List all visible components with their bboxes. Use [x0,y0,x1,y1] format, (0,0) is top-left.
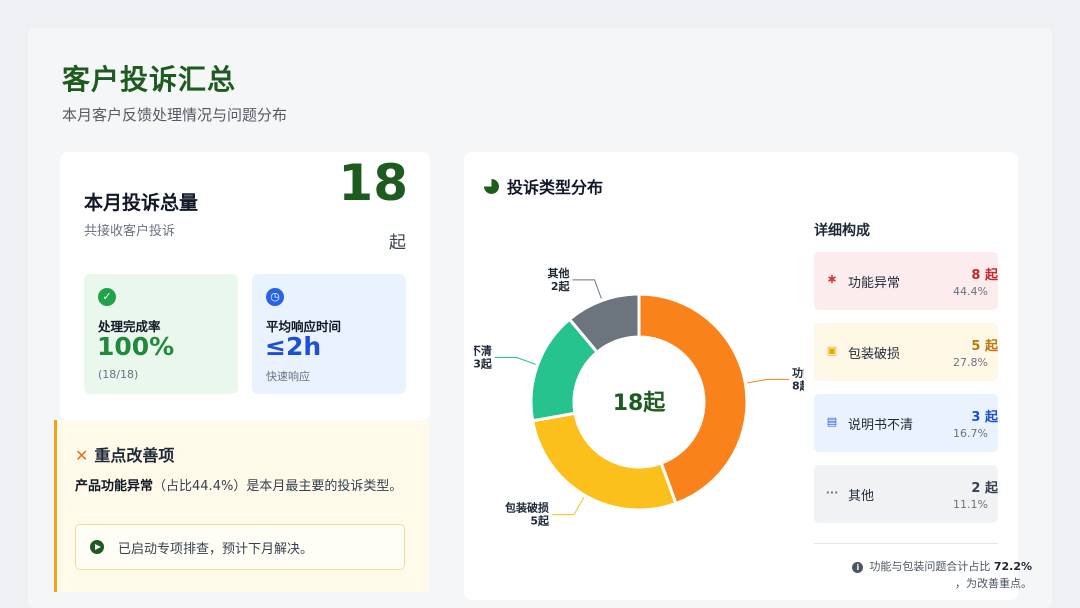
improvement-highlight: 产品功能异常 [75,479,154,494]
info-icon: i [852,562,864,573]
completion-rate-stat: ✓ 处理完成率 100% (18/18) [84,274,238,394]
leader-line [747,378,790,384]
donut-chart: 功能异常8起包装破损5起 说明书不清3起 其他2起 18起 [474,266,804,528]
legend-name: 包装破损 [848,347,901,362]
page: 客户投诉汇总 本月客户反馈处理情况与问题分布 本月投诉总量 共接收客户投诉 18… [28,28,1052,608]
slice-value: 5起 [530,514,550,528]
slice-label: 其他 [548,266,570,280]
leader-line [494,357,536,365]
slice-value: 8起 [792,378,804,392]
divider [814,543,998,544]
chart-footnote: i 功能与包装问题合计占比 72.2% ，为改善重点。 [836,558,1032,592]
chart-header: 投诉类型分布 [484,174,603,198]
total-number: 18 [338,154,408,212]
legend-item-manual: ▤ 说明书不清 3 起 16.7% [814,394,998,452]
total-unit: 起 [389,233,406,253]
legend-count: 8 起 [971,268,998,283]
legend-percent: 16.7% [953,427,988,440]
stat-value: ≤2h [265,332,322,361]
response-time-stat: ◷ 平均响应时间 ≤2h 快速响应 [252,274,406,394]
pie-chart-icon [484,179,499,194]
improvement-panel: ✕ 重点改善项 产品功能异常（占比44.4%）是本月最主要的投诉类型。 已启动专项… [54,420,429,592]
leader-line [572,279,602,299]
total-title: 本月投诉总量 [84,192,199,214]
improvement-title: 重点改善项 [94,446,175,465]
dots-icon: ··· [825,486,839,499]
slice-value: 2起 [551,279,571,293]
footnote-value: 72.2% [993,560,1032,573]
slice-label: 包装破损 [504,501,549,515]
detail-title: 详细构成 [814,223,870,239]
donut-center-label: 18起 [613,391,667,416]
document-icon: ▤ [826,415,838,428]
total-subtitle: 共接收客户投诉 [84,224,176,239]
tools-icon: ✕ [75,446,89,465]
footnote-prefix: 功能与包装问题合计占比 [869,560,994,573]
legend-count: 5 起 [971,339,998,354]
legend-count: 3 起 [971,410,998,425]
legend-item-other: ··· 其他 2 起 11.1% [814,465,998,523]
legend-name: 功能异常 [848,276,901,291]
legend-name: 说明书不清 [848,418,914,433]
legend-percent: 44.4% [953,285,988,298]
bug-icon: ✱ [827,273,837,286]
complaint-type-card: 投诉类型分布 功能异常8起包装破损5起说明书不清3起其他2起18起 详细构成 ✱… [464,152,1032,600]
box-icon: ▣ [826,344,838,357]
page-subtitle: 本月客户反馈处理情况与问题分布 [62,106,288,124]
stat-note: (18/18) [98,368,139,381]
total-complaints-card: 本月投诉总量 共接收客户投诉 18 起 ✓ 处理完成率 100% (18/18)… [60,152,430,420]
leader-line [552,497,585,516]
improvement-text: 产品功能异常（占比44.4%）是本月最主要的投诉类型。 [75,476,413,498]
page-title: 客户投诉汇总 [62,63,237,96]
legend-percent: 27.8% [953,356,988,369]
action-note: 已启动专项排查，预计下月解决。 [75,524,405,570]
slice-label: 功能异常 [792,365,804,379]
legend-item-packaging: ▣ 包装破损 5 起 27.8% [814,323,998,381]
improvement-detail: （占比44.4%）是本月最主要的投诉类型。 [153,479,403,494]
action-text: 已启动专项排查，预计下月解决。 [118,542,314,557]
stat-value: 100% [97,332,175,361]
improvement-title-row: ✕ 重点改善项 [75,442,174,466]
slice-value: 3起 [474,357,493,371]
play-icon [90,540,104,554]
legend-name: 其他 [848,489,875,504]
legend-item-function: ✱ 功能异常 8 起 44.4% [814,252,998,310]
clock-icon: ◷ [266,288,284,306]
chart-title: 投诉类型分布 [507,178,604,197]
legend-percent: 11.1% [953,498,988,511]
legend-count: 2 起 [971,481,998,496]
check-icon: ✓ [98,288,116,306]
footnote-suffix: ，为改善重点。 [955,577,1032,590]
stat-note: 快速响应 [266,370,310,383]
donut-slice [530,411,678,512]
slice-label: 说明书不清 [474,344,492,358]
